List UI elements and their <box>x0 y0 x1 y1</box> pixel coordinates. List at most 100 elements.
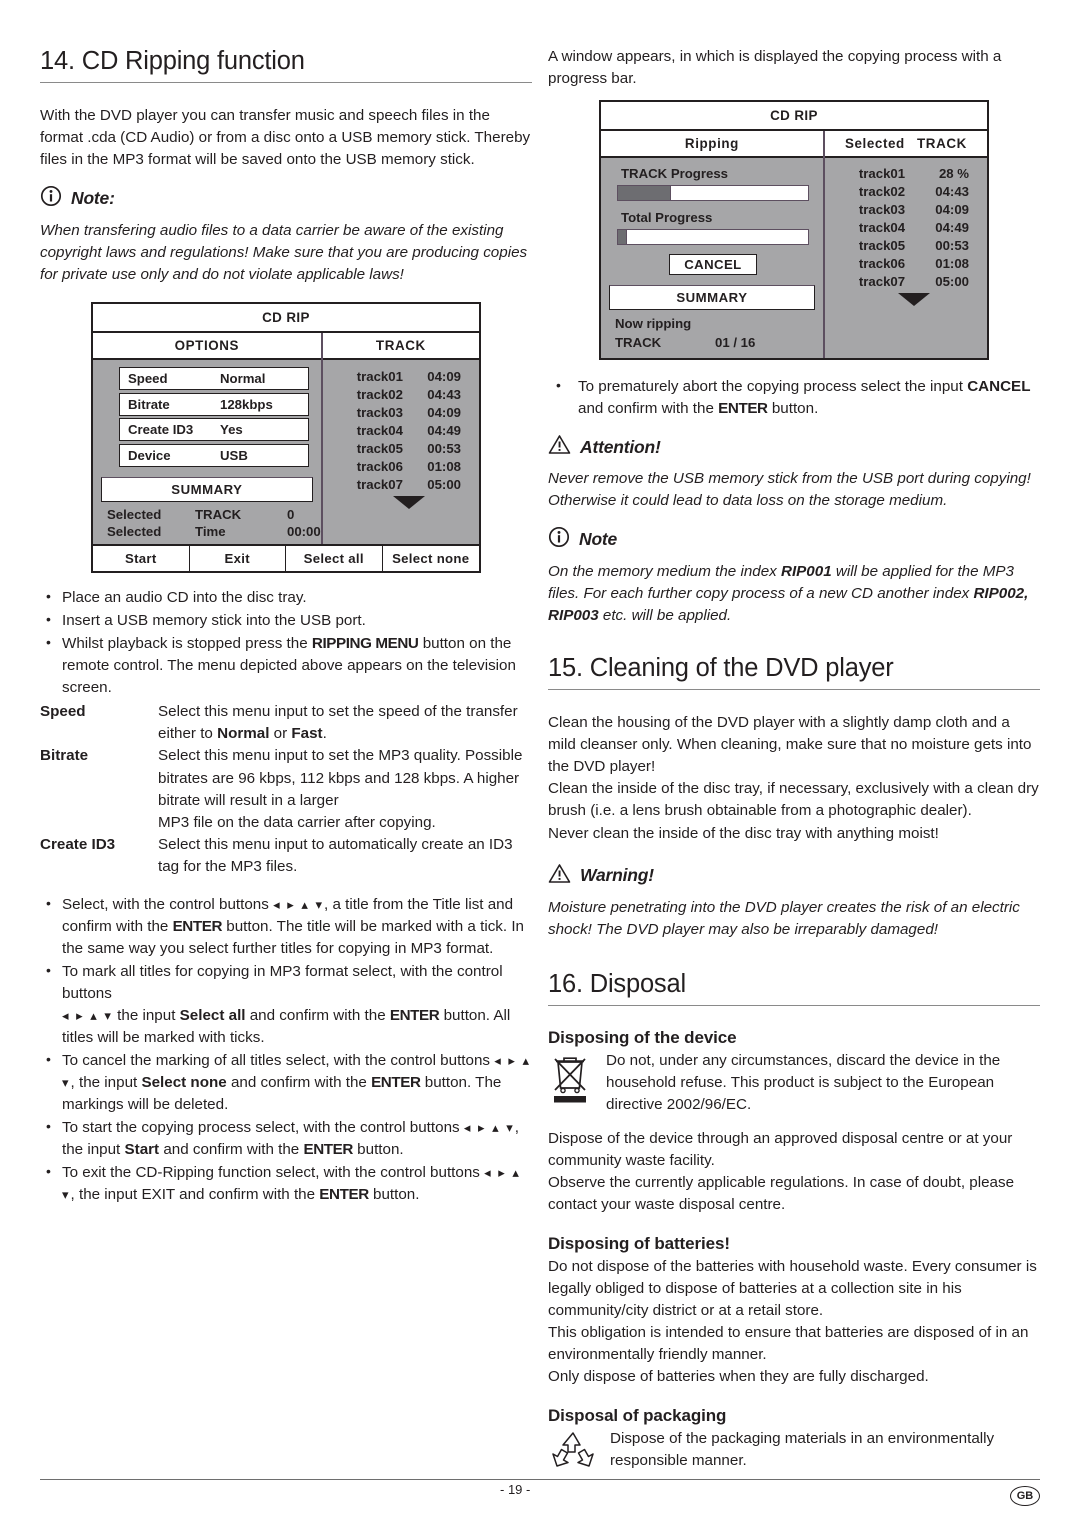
osd-track-name: track03 <box>356 404 403 420</box>
osd-track-row[interactable]: track01 28 % <box>859 164 969 182</box>
osd-cd-rip-progress: CD RIP Ripping TRACK Progress Total Prog… <box>599 100 989 361</box>
cleaning-paragraph-1: Clean the housing of the DVD player with… <box>548 714 1032 776</box>
batteries-p3: Only dispose of batteries when they are … <box>548 1368 929 1386</box>
osd-track-time: 04:09 <box>935 201 969 217</box>
osd-track-row[interactable]: track01 04:09 <box>357 367 461 385</box>
track-progress-fill <box>618 186 672 201</box>
cd-ripping-intro: With the DVD player you can transfer mus… <box>40 107 531 169</box>
osd-ripping-header: Ripping <box>601 131 823 159</box>
osd-track-header: TRACK <box>322 333 479 361</box>
section-heading-cleaning: 15. Cleaning of the DVD player <box>548 654 894 683</box>
track-progress-label: TRACK Progress <box>621 166 728 182</box>
osd-track-row[interactable]: track05 00:53 <box>357 439 461 457</box>
osd-track-row[interactable]: track07 05:00 <box>859 272 969 290</box>
osd-track-row[interactable]: track07 05:00 <box>357 475 461 493</box>
right-column: A window appears, in which is displayed … <box>548 46 1040 1493</box>
info-icon <box>40 185 62 212</box>
osd-option-row[interactable]: Device USB <box>119 443 309 467</box>
osd-button-bar: Start Exit Select all Select none <box>93 544 480 572</box>
osd-summary-value: 0 <box>287 507 295 523</box>
osd-option-value: Normal <box>220 371 266 387</box>
enter-key: ENTER <box>371 1073 421 1091</box>
osd-track-list[interactable]: track01 04:09 track02 04:43 track03 04:0… <box>323 360 479 519</box>
list-item: To start the copying process select, wit… <box>40 1116 532 1161</box>
osd-track-label: TRACK <box>917 136 967 152</box>
osd-track-row[interactable]: track03 04:09 <box>859 200 969 218</box>
warning-label: Warning! <box>580 865 654 886</box>
osd-track-name: track03 <box>858 201 906 217</box>
osd-track-row[interactable]: track04 04:49 <box>859 218 969 236</box>
osd-track-name: track02 <box>356 386 403 402</box>
cleaning-paragraph-3: Never clean the inside of the disc tray … <box>548 824 939 842</box>
definition-row-speed: Speed Select this menu input to set the … <box>40 701 532 745</box>
note-label: Note <box>579 529 618 550</box>
osd-select-all-button[interactable]: Select all <box>286 546 383 572</box>
osd-track-time: 01:08 <box>427 458 461 474</box>
attention-callout-header: Attention! <box>548 434 1040 460</box>
warning-triangle-icon <box>548 434 571 460</box>
definition-row-create-id3: Create ID3 Select this menu input to aut… <box>40 834 532 878</box>
definition-body: Select this menu input to set the MP3 qu… <box>158 747 523 831</box>
osd-track-row[interactable]: track06 01:08 <box>859 254 969 272</box>
osd-selected-track-pane: Selected TRACK track01 28 % track02 04:4… <box>824 131 987 358</box>
dpad-arrows-icon: ◂ ▸ ▴ ▾ <box>62 1007 113 1023</box>
osd-track-time: 05:00 <box>935 273 969 289</box>
osd-ripping-pane: Ripping TRACK Progress Total Progress CA… <box>601 131 825 359</box>
ripping-menu-key: RIPPING MENU <box>311 635 419 653</box>
osd-track-row[interactable]: track02 04:43 <box>859 182 969 200</box>
osd-track-row[interactable]: track06 01:08 <box>357 457 461 475</box>
osd-track-name: track06 <box>858 255 906 271</box>
scroll-down-icon[interactable] <box>357 493 461 519</box>
definition-term: Speed <box>40 703 86 721</box>
section-heading-disposal: 16. Disposal <box>548 969 686 998</box>
subheading-disposing-batteries: Disposing of batteries! <box>548 1233 730 1253</box>
enter-key: ENTER <box>172 917 223 935</box>
osd-summary-label: Selected <box>107 507 162 523</box>
warning-callout-header: Warning! <box>548 863 1040 889</box>
osd-track-row[interactable]: track02 04:43 <box>357 385 461 403</box>
osd-summary-value: 00:00 <box>287 524 321 540</box>
osd-track-row[interactable]: track05 00:53 <box>859 236 969 254</box>
batteries-p2: This obligation is intended to ensure th… <box>548 1324 1029 1364</box>
osd-track-row[interactable]: track03 04:09 <box>357 403 461 421</box>
osd-track-list[interactable]: track01 28 % track02 04:43 track03 04:09 <box>825 158 987 316</box>
osd-track-time: 28 % <box>938 165 969 181</box>
enter-key: ENTER <box>319 1186 369 1204</box>
wee-icon-text: Do not, under any circumstances, discard… <box>606 1051 1001 1113</box>
osd-summary-rows: Selected TRACK 0 Selected Time 00:00 <box>93 502 321 544</box>
osd-options-list: Speed Normal Bitrate 128kbps Create ID3 … <box>93 360 321 475</box>
osd-summary-label: Selected <box>107 524 162 540</box>
osd-track-time: 04:49 <box>427 422 461 438</box>
enter-key: ENTER <box>718 400 768 418</box>
definition-body: Select this menu input to automatically … <box>158 835 513 875</box>
osd-cancel-button[interactable]: CANCEL <box>668 254 757 276</box>
dpad-arrows-icon: ◂ ▸ ▴ ▾ <box>273 896 324 912</box>
total-progress-bar <box>617 229 809 246</box>
info-icon <box>548 526 570 553</box>
definition-term: Bitrate <box>40 747 89 765</box>
locale-badge: GB <box>1010 1486 1040 1506</box>
osd-options-header: OPTIONS <box>93 333 321 361</box>
osd-track-time: 00:53 <box>427 440 461 456</box>
osd-option-row[interactable]: Bitrate 128kbps <box>119 392 309 416</box>
osd-summary-field: TRACK <box>195 507 242 523</box>
total-progress-label: Total Progress <box>621 210 713 226</box>
osd-option-row[interactable]: Create ID3 Yes <box>119 418 309 442</box>
osd-track-name: track04 <box>858 219 906 235</box>
osd-track-time: 00:53 <box>935 237 969 253</box>
track-progress-bar <box>617 185 809 202</box>
osd-start-button[interactable]: Start <box>93 546 190 572</box>
heading-rule <box>548 689 1040 691</box>
osd-track-name: track07 <box>858 273 906 289</box>
scroll-down-icon[interactable] <box>859 290 969 316</box>
osd-summary-row: Selected TRACK 0 <box>107 506 321 523</box>
list-item: To exit the CD-Ripping function select, … <box>40 1161 532 1206</box>
osd-option-row[interactable]: Speed Normal <box>119 367 309 391</box>
osd-select-none-button[interactable]: Select none <box>383 546 480 571</box>
osd-track-name: track01 <box>858 165 906 181</box>
osd-exit-button[interactable]: Exit <box>190 546 286 572</box>
osd-track-row[interactable]: track04 04:49 <box>357 421 461 439</box>
list-item: To cancel the marking of all titles sele… <box>40 1049 532 1116</box>
list-item: Insert a USB memory stick into the USB p… <box>40 609 532 632</box>
batteries-p1: Do not dispose of the batteries with hou… <box>548 1257 1037 1319</box>
